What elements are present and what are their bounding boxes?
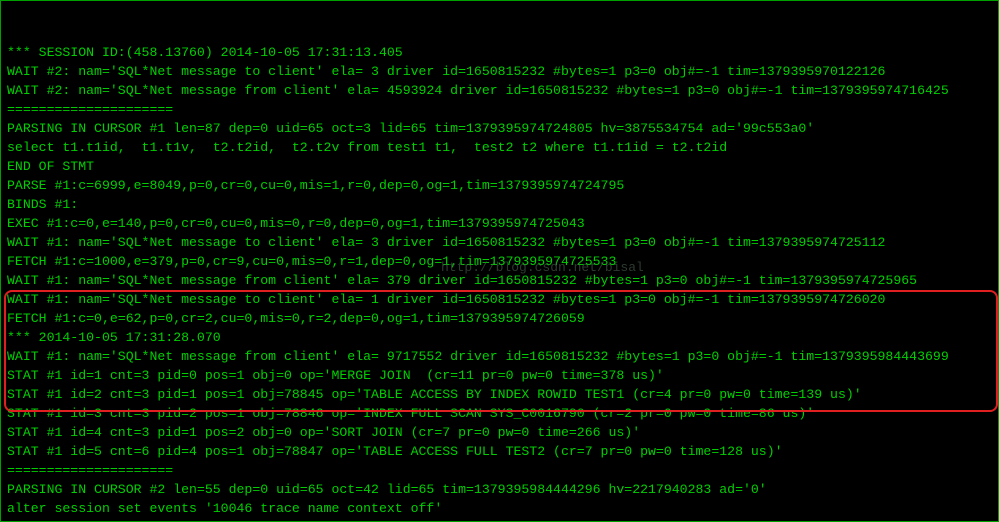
trace-line: STAT #1 id=3 cnt=3 pid=2 pos=1 obj=78846…	[7, 404, 992, 423]
trace-line: WAIT #1: nam='SQL*Net message to client'…	[7, 233, 992, 252]
trace-line: EXEC #1:c=0,e=140,p=0,cr=0,cu=0,mis=0,r=…	[7, 214, 992, 233]
trace-line: *** 2014-10-05 17:31:28.070	[7, 328, 992, 347]
trace-line: =====================	[7, 100, 992, 119]
trace-line: STAT #1 id=4 cnt=3 pid=1 pos=2 obj=0 op=…	[7, 423, 992, 442]
trace-line: PARSING IN CURSOR #2 len=55 dep=0 uid=65…	[7, 480, 992, 499]
trace-line: FETCH #1:c=1000,e=379,p=0,cr=9,cu=0,mis=…	[7, 252, 992, 271]
trace-lines: *** SESSION ID:(458.13760) 2014-10-05 17…	[7, 43, 992, 522]
trace-line: WAIT #1: nam='SQL*Net message from clien…	[7, 347, 992, 366]
trace-line: STAT #1 id=2 cnt=3 pid=1 pos=1 obj=78845…	[7, 385, 992, 404]
trace-line: STAT #1 id=1 cnt=3 pid=0 pos=1 obj=0 op=…	[7, 366, 992, 385]
terminal-output: *** SESSION ID:(458.13760) 2014-10-05 17…	[0, 0, 999, 522]
trace-line: WAIT #1: nam='SQL*Net message to client'…	[7, 290, 992, 309]
trace-line: PARSING IN CURSOR #1 len=87 dep=0 uid=65…	[7, 119, 992, 138]
trace-line: *** SESSION ID:(458.13760) 2014-10-05 17…	[7, 43, 992, 62]
trace-line: =====================	[7, 461, 992, 480]
trace-line: STAT #1 id=5 cnt=6 pid=4 pos=1 obj=78847…	[7, 442, 992, 461]
trace-line: select t1.t1id, t1.t1v, t2.t2id, t2.t2v …	[7, 138, 992, 157]
trace-line: BINDS #1:	[7, 195, 992, 214]
trace-line: PARSE #1:c=6999,e=8049,p=0,cr=0,cu=0,mis…	[7, 176, 992, 195]
trace-line: WAIT #2: nam='SQL*Net message from clien…	[7, 81, 992, 100]
trace-line: END OF STMT	[7, 157, 992, 176]
trace-line: alter session set events '10046 trace na…	[7, 499, 992, 518]
trace-line: WAIT #1: nam='SQL*Net message from clien…	[7, 271, 992, 290]
trace-line: FETCH #1:c=0,e=62,p=0,cr=2,cu=0,mis=0,r=…	[7, 309, 992, 328]
trace-line: WAIT #2: nam='SQL*Net message to client'…	[7, 62, 992, 81]
trace-line: END OF STMT	[7, 518, 992, 522]
